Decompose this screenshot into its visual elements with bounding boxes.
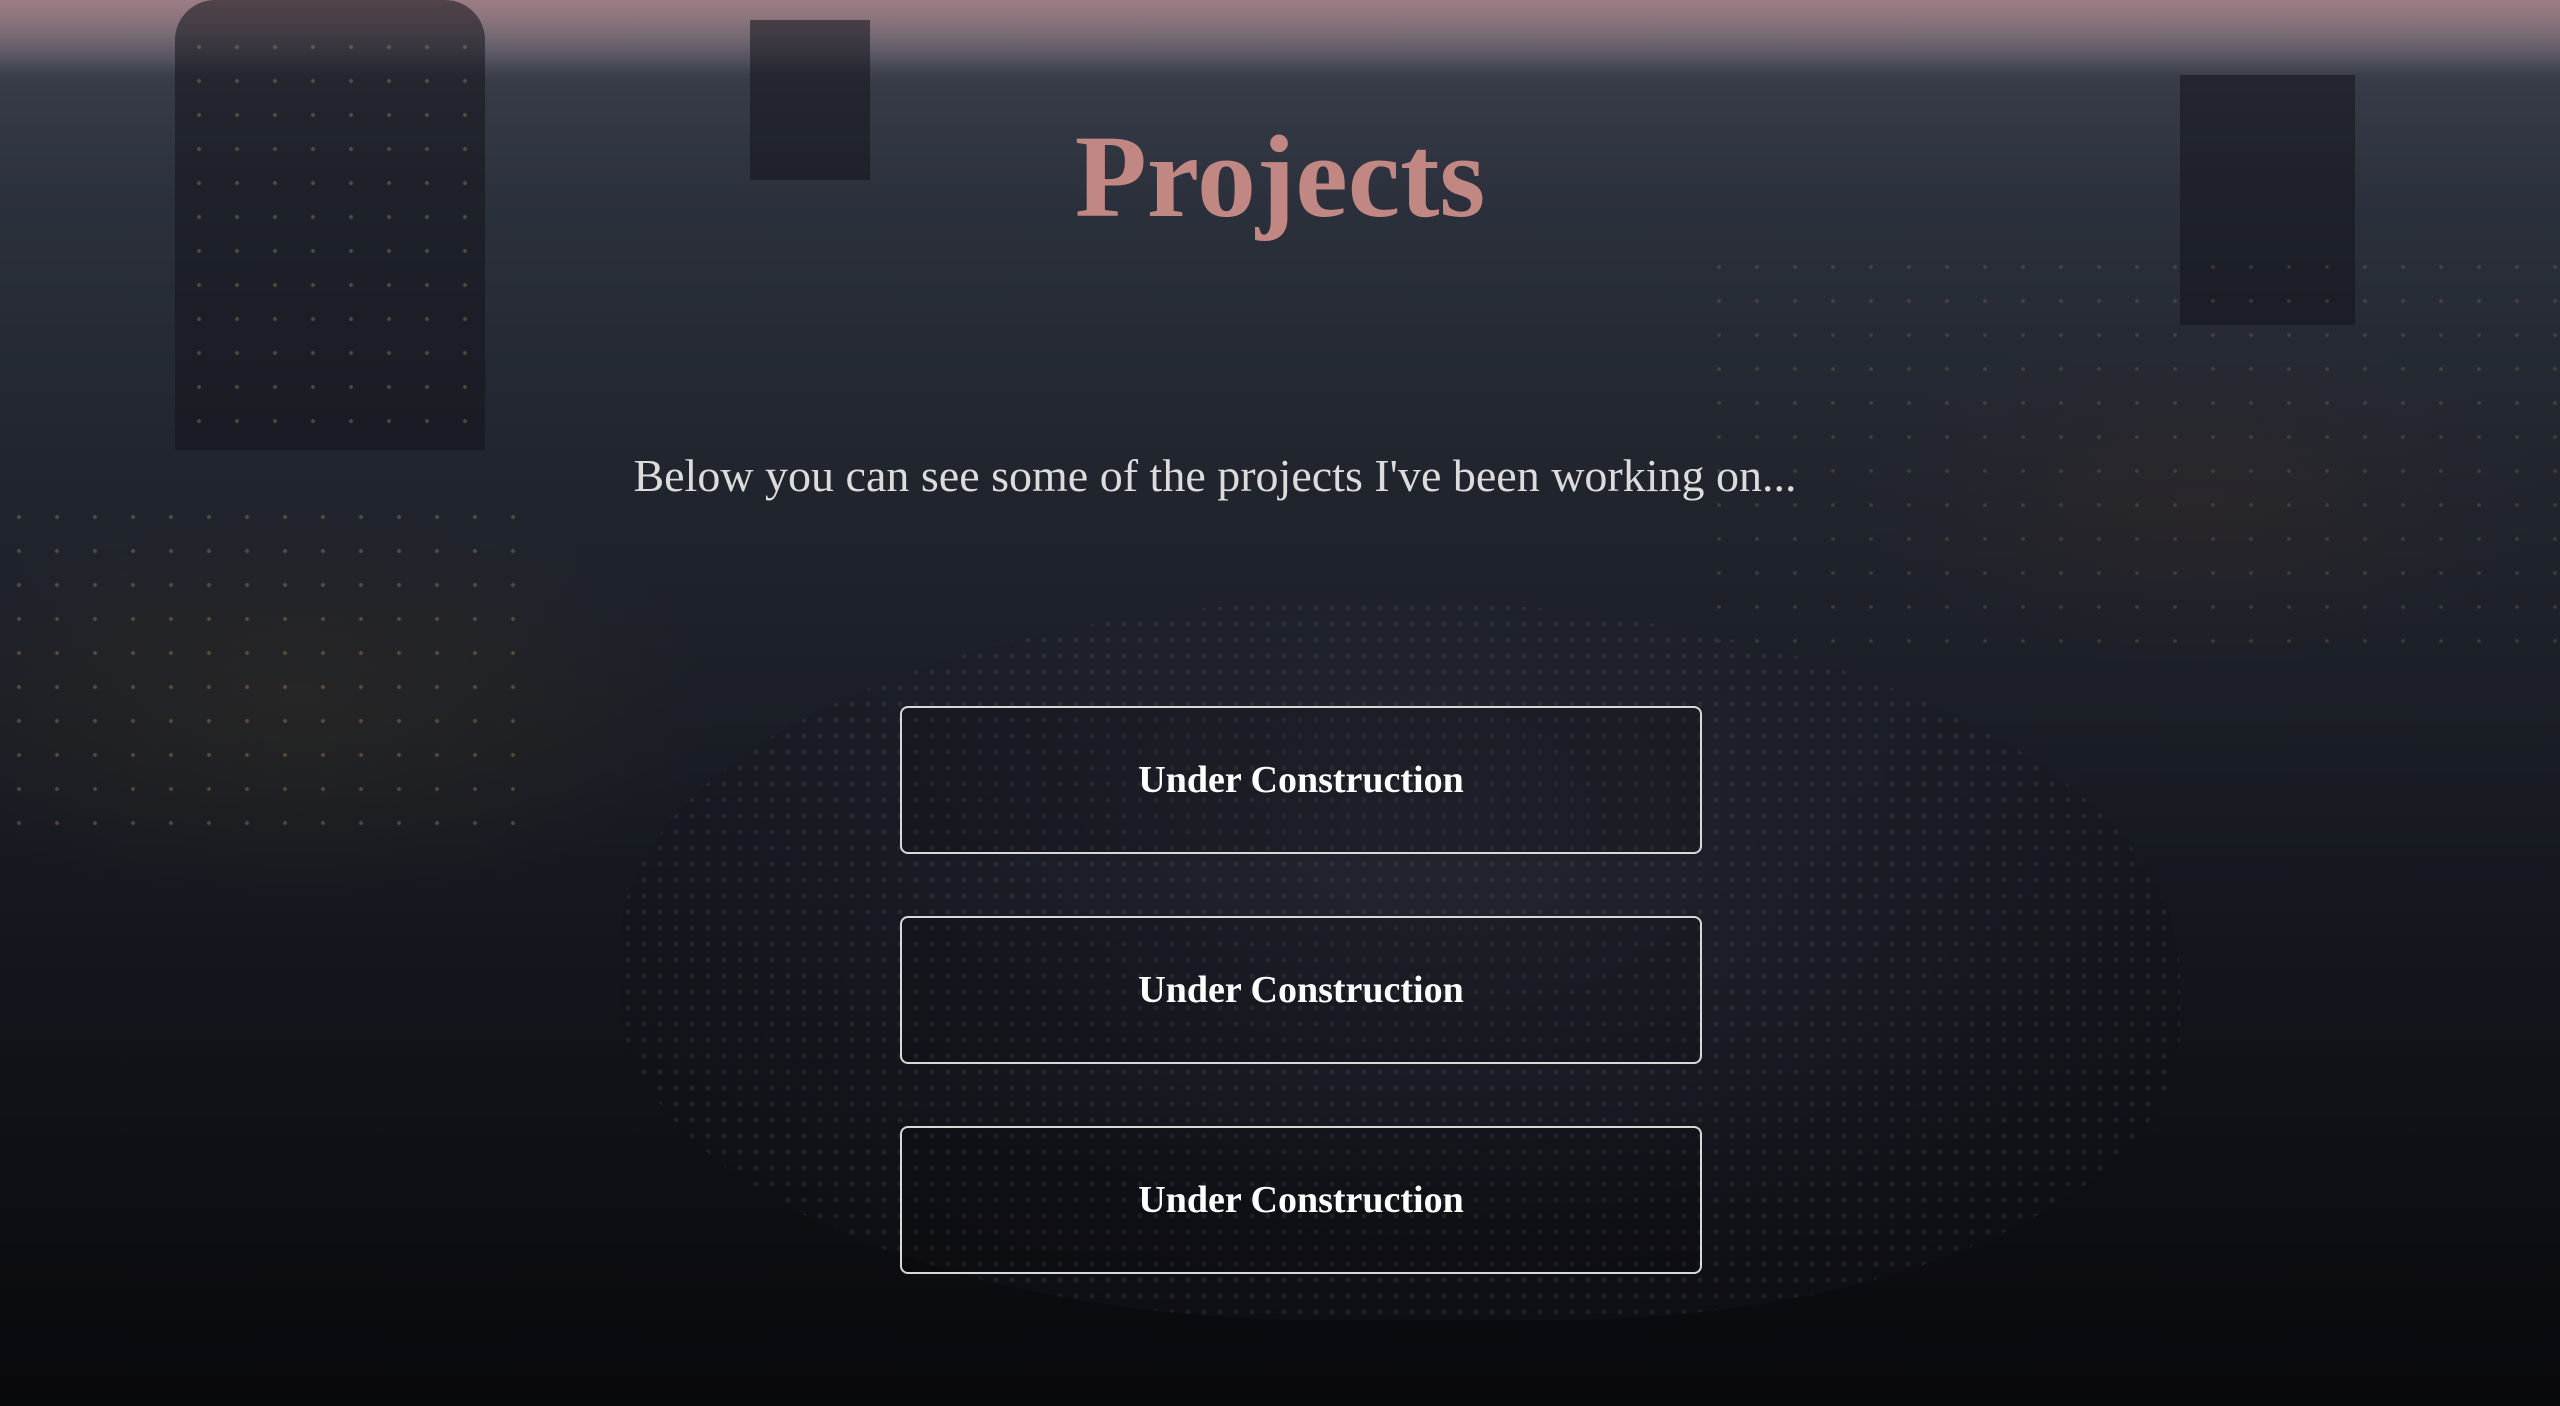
page-subtitle: Below you can see some of the projects I… (633, 450, 1797, 501)
project-card-label: Under Construction (1138, 1179, 1464, 1221)
page-title: Projects (1074, 111, 1486, 242)
main-content: Projects Below you can see some of the p… (0, 0, 2560, 1406)
project-card-label: Under Construction (1138, 759, 1464, 801)
project-card-2[interactable]: Under Construction (900, 916, 1702, 1064)
projects-page: Projects Below you can see some of the p… (0, 0, 2560, 1406)
project-card-label: Under Construction (1138, 969, 1464, 1011)
project-card-1[interactable]: Under Construction (900, 706, 1702, 854)
project-card-3[interactable]: Under Construction (900, 1126, 1702, 1274)
